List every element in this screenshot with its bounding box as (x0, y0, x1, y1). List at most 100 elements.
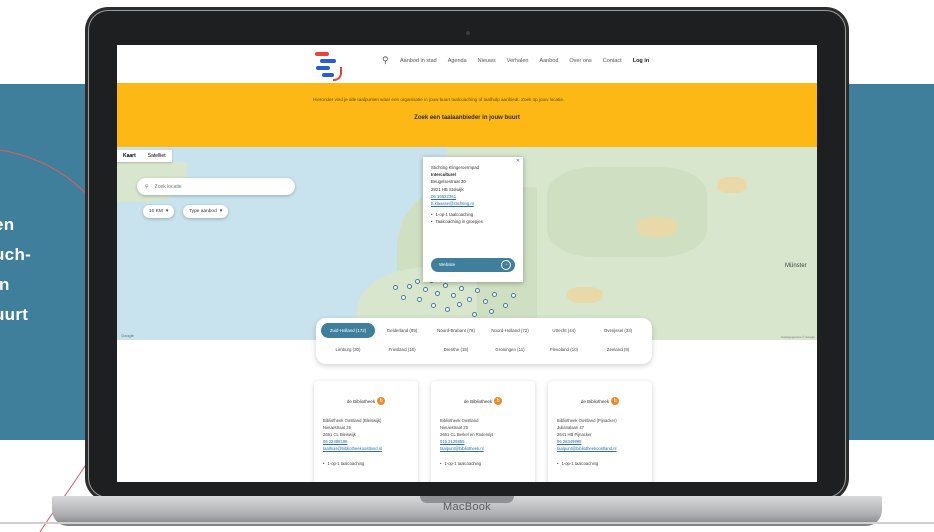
location-card[interactable]: de Bibliotheek b Bibliotheek Oostland (P… (548, 381, 652, 482)
search-placeholder: Zoek locatie (154, 183, 182, 190)
location-card[interactable]: de Bibliotheek b Bibliotheek Oostland (B… (314, 381, 418, 482)
map-marker[interactable] (407, 284, 412, 289)
region-row: Zuid-Holland (172) Gelderland (89) Noord… (321, 323, 645, 338)
region-tab[interactable]: Groningen (11) (483, 342, 537, 357)
close-icon[interactable]: ✕ (516, 158, 520, 165)
popup-offer-list: 1-op-1 taalcoaching Taalcoaching in groe… (431, 211, 515, 225)
nav-item[interactable]: Verhalen (507, 58, 529, 64)
map-marker[interactable] (417, 297, 422, 302)
nav-item[interactable]: Nieuws (478, 58, 496, 64)
map-marker[interactable] (431, 303, 436, 308)
card-email-link[interactable]: taalpunt@bibliotheek.nl (440, 445, 526, 452)
card-street: Julianalaan 47 (557, 425, 585, 430)
card-offer: 1-op-1 taalcoaching (323, 460, 409, 467)
card-name: Bibliotheek Oostland (Bleiswijk) (323, 418, 382, 423)
region-tab[interactable]: Zeeland (9) (591, 342, 645, 357)
map-marker[interactable] (503, 303, 508, 308)
login-link[interactable]: Log in (633, 58, 650, 64)
region-tab[interactable]: Gelderland (89) (375, 323, 429, 338)
region-tab[interactable]: Utrecht (44) (537, 323, 591, 338)
map-marker[interactable] (511, 293, 516, 298)
map-marker[interactable] (451, 293, 456, 298)
nav-item[interactable]: Over ons (569, 58, 591, 64)
region-tab[interactable]: Drenthe (15) (429, 342, 483, 357)
site-header: ⚲ Aanbod in stad Agenda Nieuws Verhalen … (117, 45, 817, 83)
card-email-link[interactable]: taalpunt@bibliotheekoostland.nl (557, 445, 643, 452)
map-marker[interactable] (459, 286, 464, 291)
card-phone-link[interactable]: 015 2125855 (440, 438, 526, 445)
map-marker[interactable] (467, 297, 472, 302)
map-marker[interactable] (443, 283, 448, 288)
card-email-link[interactable]: taalhuis@bibliotheekoostland.nl (323, 445, 409, 452)
website-button-label: Website (439, 262, 456, 268)
type-dropdown[interactable]: Type aanbod ▾ (183, 205, 229, 218)
map-type-toggle: Kaart Satelliet (117, 150, 172, 162)
map-tab-kaart[interactable]: Kaart (117, 150, 142, 162)
card-phone-link[interactable]: 06 28349898 (557, 438, 643, 445)
map-marker[interactable] (483, 299, 488, 304)
map-marker[interactable] (457, 302, 462, 307)
map-marker[interactable] (492, 292, 497, 297)
map-marker[interactable] (415, 279, 420, 284)
map-marker[interactable] (401, 295, 406, 300)
side-headline: en uch- in uurt (0, 210, 31, 330)
popup-email-link[interactable]: h.klaasse@stichting.nl (431, 200, 515, 207)
type-value: Type aanbod (189, 209, 217, 214)
map-marker[interactable] (393, 285, 398, 290)
library-logo: de Bibliotheek b (557, 393, 643, 409)
side-headline-line: in (0, 275, 10, 294)
library-logo-text: de Bibliotheek (580, 398, 610, 404)
map-place-label: Münster (785, 263, 807, 269)
side-headline-line: en (0, 215, 15, 234)
nav-item[interactable]: Agenda (448, 58, 467, 64)
map-marker[interactable] (423, 287, 428, 292)
side-headline-line: uch- (0, 245, 32, 264)
side-headline-line: uurt (0, 305, 29, 324)
location-card[interactable]: de Bibliotheek b Bibliotheek Oostland Ni… (431, 381, 535, 482)
popup-org: Stichting Klingeroermpad (431, 165, 480, 170)
distance-dropdown[interactable]: 10 KM ▾ (143, 205, 175, 218)
card-offer: 1-op-1 taalcoaching (440, 460, 526, 467)
map-marker[interactable] (489, 309, 494, 314)
search-icon[interactable]: ⚲ (382, 55, 389, 66)
card-city: 2641 HB Pijnacker (557, 432, 592, 437)
location-search-input[interactable]: ⚲ Zoek locatie (137, 178, 295, 195)
device-label: MacBook (443, 501, 491, 513)
hero-banner: Hieronder vind je alle taalpunten waar e… (117, 83, 817, 147)
search-icon: ⚲ (145, 183, 149, 190)
region-tab[interactable]: Noord-Brabant (78) (429, 323, 483, 338)
map-marker[interactable] (445, 307, 450, 312)
banner-intro: Hieronder vind je alle taalpunten waar e… (313, 97, 565, 102)
region-tab[interactable]: Friesland (16) (375, 342, 429, 357)
website-button[interactable]: Website → (431, 258, 515, 272)
card-name: Bibliotheek Oostland (Pijnacker) (557, 418, 617, 423)
location-map[interactable]: Kaart Satelliet ⚲ Zoek locatie 10 KM ▾ T… (117, 147, 817, 340)
floor-line (0, 522, 934, 524)
card-street: Nieuwstraat 25 (323, 425, 351, 430)
site-logo[interactable] (313, 49, 343, 83)
region-tab[interactable]: Limburg (30) (321, 342, 375, 357)
library-icon: b (494, 397, 503, 405)
nav-item[interactable]: Aanbod in stad (400, 58, 437, 64)
region-tab[interactable]: Overijssel (33) (591, 323, 645, 338)
region-tab[interactable]: Flevoland (10) (537, 342, 591, 357)
main-nav: Aanbod in stad Agenda Nieuws Verhalen Aa… (400, 58, 649, 64)
marketing-visual: en uch- in uurt ⚲ Aanbod in stad Agenda … (0, 0, 934, 532)
card-name: Bibliotheek Oostland (440, 418, 479, 423)
card-phone-link[interactable]: 06 22488196 (323, 438, 409, 445)
map-tab-satellite[interactable]: Satelliet (142, 150, 172, 162)
card-street: Nieuwstraat 25 (440, 425, 468, 430)
nav-item[interactable]: Aanbod (539, 58, 558, 64)
popup-phone-link[interactable]: 06 16522361 (431, 193, 515, 200)
nav-item[interactable]: Contact (603, 58, 622, 64)
library-logo-text: de Bibliotheek (346, 398, 376, 404)
region-tab[interactable]: Noord-Holland (72) (483, 323, 537, 338)
region-filter: Zuid-Holland (172) Gelderland (89) Noord… (316, 318, 652, 364)
map-marker[interactable] (472, 312, 477, 317)
map-marker[interactable] (435, 291, 440, 296)
library-icon: b (611, 397, 620, 405)
webcam (466, 31, 470, 35)
region-tab[interactable]: Zuid-Holland (172) (321, 323, 375, 338)
popup-street: Beugelsestraat 30 (431, 179, 466, 185)
map-marker[interactable] (475, 288, 480, 293)
